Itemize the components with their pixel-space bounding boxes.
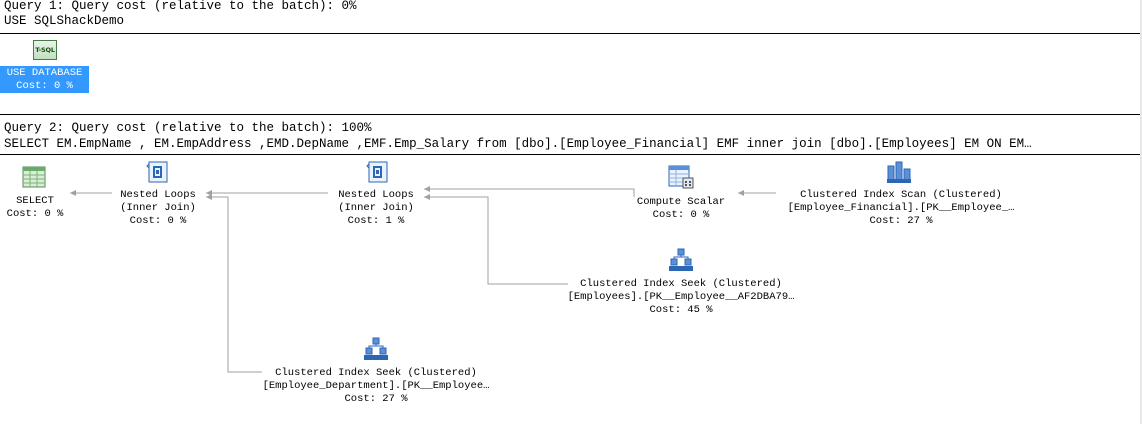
- compute-scalar-label: Compute Scalar: [636, 196, 726, 208]
- nested-loops-icon[interactable]: [146, 160, 170, 184]
- clustered-index-scan-object: [Employee_Financial].[PK__Employee_…: [787, 202, 1015, 214]
- clustered-index-seek-label: Clustered Index Seek (Clustered): [275, 367, 477, 379]
- clustered-index-scan-node[interactable]: Clustered Index Scan (Clustered) [Employ…: [776, 189, 1026, 228]
- compute-scalar-icon[interactable]: [668, 165, 694, 189]
- nested-loops-join-type: (Inner Join): [338, 202, 414, 214]
- compute-scalar-node[interactable]: Compute Scalar Cost: 0 %: [626, 196, 736, 222]
- clustered-index-seek-object: [Employee_Department].[PK__Employee…: [262, 380, 490, 392]
- nested-loops-node-1[interactable]: Nested Loops (Inner Join) Cost: 0 %: [108, 189, 208, 228]
- nested-loops-label: Nested Loops: [120, 189, 196, 201]
- nested-loops-icon[interactable]: [366, 160, 390, 184]
- select-cost: Cost: 0 %: [6, 208, 64, 220]
- clustered-index-seek-icon[interactable]: [363, 337, 389, 361]
- nested-loops-cost: Cost: 1 %: [347, 215, 405, 227]
- nested-loops-label: Nested Loops: [338, 189, 414, 201]
- nested-loops-node-2[interactable]: Nested Loops (Inner Join) Cost: 1 %: [326, 189, 426, 228]
- select-node[interactable]: SELECT Cost: 0 %: [0, 195, 70, 221]
- clustered-index-seek-employees-node[interactable]: Clustered Index Seek (Clustered) [Employ…: [556, 278, 806, 317]
- clustered-index-scan-icon[interactable]: [886, 160, 912, 184]
- clustered-index-scan-cost: Cost: 27 %: [869, 215, 933, 227]
- clustered-index-scan-label: Clustered Index Scan (Clustered): [800, 189, 1002, 201]
- compute-scalar-cost: Cost: 0 %: [652, 209, 710, 221]
- select-icon[interactable]: [22, 166, 46, 188]
- select-label: SELECT: [16, 195, 54, 207]
- nested-loops-cost: Cost: 0 %: [129, 215, 187, 227]
- clustered-index-seek-icon[interactable]: [668, 248, 694, 272]
- clustered-index-seek-label: Clustered Index Seek (Clustered): [580, 278, 782, 290]
- clustered-index-seek-department-node[interactable]: Clustered Index Seek (Clustered) [Employ…: [251, 367, 501, 406]
- clustered-index-seek-object: [Employees].[PK__Employee__AF2DBA79…: [567, 291, 795, 303]
- clustered-index-seek-cost: Cost: 45 %: [649, 304, 713, 316]
- clustered-index-seek-cost: Cost: 27 %: [344, 393, 408, 405]
- nested-loops-join-type: (Inner Join): [120, 202, 196, 214]
